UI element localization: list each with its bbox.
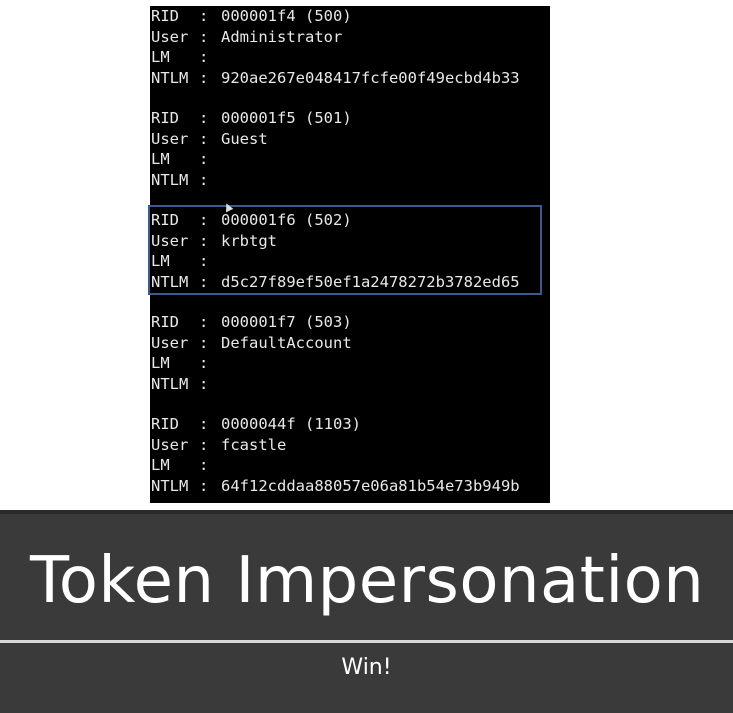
separator: : [199,313,209,331]
user-label: User [151,231,189,250]
rid-value: 0000044f (1103) [221,415,361,433]
ntlm-label: NTLM [151,272,189,291]
user-line: User: DefaultAccount [150,333,550,354]
rid-line: RID:000001f4 (500) [150,6,550,27]
rid-line: RID:000001f7 (503) [150,312,550,333]
separator: : [199,129,209,148]
lm-line: LM: [150,455,550,476]
separator: : [199,170,209,189]
rid-label: RID [151,7,179,25]
ntlm-label: NTLM [151,374,189,393]
rid-line: RID:0000044f (1103) [150,414,550,435]
rid-line: RID:000001f5 (501) [150,108,550,129]
user-value: DefaultAccount [221,333,352,352]
user-value: fcastle [221,435,287,454]
lm-label: LM [151,354,170,372]
separator: : [199,374,209,393]
ntlm-line: NTLM: [150,170,550,191]
ntlm-line: NTLM:64f12cddaa88057e06a81b54e73b949b [150,476,550,497]
separator: : [199,252,209,270]
ntlm-label: NTLM [151,170,189,189]
lm-label: LM [151,456,170,474]
slide-title: Token Impersonation [30,544,705,618]
separator: : [199,211,209,229]
rid-value: 000001f5 (501) [221,109,352,127]
rid-label: RID [151,211,179,229]
ntlm-line: NTLM: d5c27f89ef50ef1a2478272b3782ed65 [150,272,550,293]
rid-label: RID [151,109,179,127]
user-label: User [151,129,189,148]
hash-entry: RID:000001f4 (500) User: Administrator LM… [150,6,550,88]
title-banner: Token Impersonation [0,510,733,640]
lm-line: LM: [150,251,550,272]
hash-entry: RID:0000044f (1103) User: fcastle LM: NTL… [150,414,550,496]
separator: : [199,109,209,127]
rid-label: RID [151,415,179,433]
user-label: User [151,27,189,46]
rid-line: RID:000001f6 (502) [150,210,550,231]
user-line: User: krbtgt [150,231,550,252]
lm-line: LM: [150,353,550,374]
user-value: Administrator [221,27,343,46]
separator: : [199,354,209,372]
hash-entry-highlighted: RID:000001f6 (502) User: krbtgt LM: NTLM:… [150,210,550,292]
rid-label: RID [151,313,179,331]
ntlm-label: NTLM [151,68,189,87]
rid-value: 000001f4 (500) [221,7,352,25]
user-label: User [151,333,189,352]
separator: : [199,68,209,87]
subtitle-banner: Win! [0,643,733,713]
user-line: User: Guest [150,129,550,150]
lm-line: LM: [150,149,550,170]
ntlm-label: NTLM [151,476,189,495]
hash-entry: RID:000001f7 (503) User: DefaultAccount L… [150,312,550,394]
ntlm-value: 64f12cddaa88057e06a81b54e73b949b [221,476,520,495]
rid-value: 000001f7 (503) [221,313,352,331]
separator: : [199,48,209,66]
ntlm-line: NTLM: [150,374,550,395]
user-line: User: Administrator [150,27,550,48]
user-line: User: fcastle [150,435,550,456]
hash-entry: RID:000001f5 (501) User: Guest LM: NTLM: [150,108,550,190]
rid-value: 000001f6 (502) [221,211,352,229]
separator: : [199,333,209,352]
separator: : [199,150,209,168]
separator: : [199,272,209,291]
slide-subtitle: Win! [341,655,392,680]
slide-page: RID:000001f4 (500) User: Administrator LM… [0,0,733,713]
separator: : [199,415,209,433]
lm-label: LM [151,48,170,66]
user-value: Guest [221,129,268,148]
ntlm-value: 920ae267e048417fcfe00f49ecbd4b33 [221,68,520,87]
terminal-window: RID:000001f4 (500) User: Administrator LM… [150,6,550,503]
separator: : [199,476,209,495]
separator: : [199,456,209,474]
user-value: krbtgt [221,231,277,250]
separator: : [199,435,209,454]
separator: : [199,7,209,25]
separator: : [199,231,209,250]
user-label: User [151,435,189,454]
ntlm-value: d5c27f89ef50ef1a2478272b3782ed65 [221,272,520,291]
lm-label: LM [151,252,170,270]
ntlm-line: NTLM:920ae267e048417fcfe00f49ecbd4b33 [150,68,550,89]
lm-line: LM: [150,47,550,68]
separator: : [199,27,209,46]
lm-label: LM [151,150,170,168]
